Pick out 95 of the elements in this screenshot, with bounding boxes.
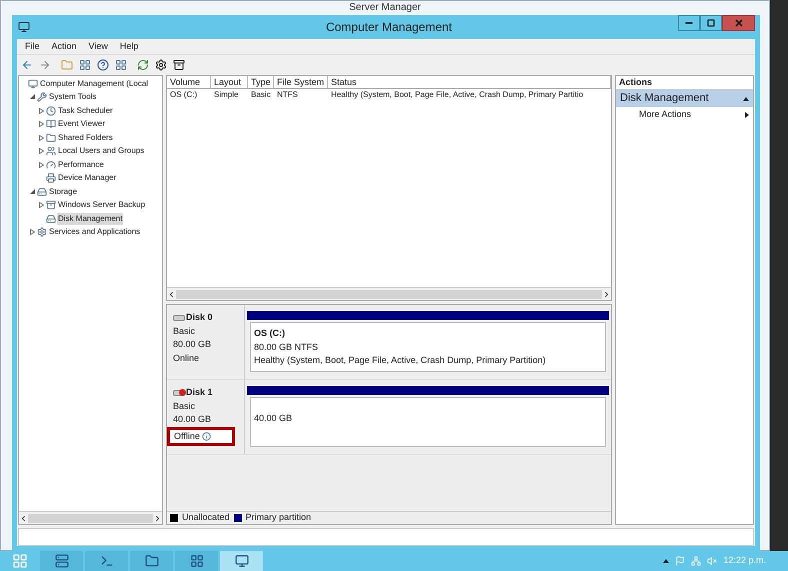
disk-size: 80.00 GB	[173, 338, 212, 351]
info-icon[interactable]	[202, 432, 211, 441]
table-cell-text: Simple	[213, 89, 240, 101]
storage-icon	[37, 186, 47, 197]
expanded-arrow-icon[interactable]	[30, 94, 35, 100]
properties-icon[interactable]	[155, 59, 167, 71]
tree-item[interactable]: Task Scheduler	[57, 104, 114, 117]
users-icon	[46, 146, 56, 156]
partition-size: 40.00 GB	[254, 412, 294, 425]
scroll-left-icon[interactable]	[167, 290, 176, 298]
menu-item[interactable]: Action	[52, 40, 77, 54]
taskbar-button[interactable]	[130, 551, 173, 571]
taskbar-button[interactable]	[175, 551, 218, 571]
collapsed-arrow-icon[interactable]	[30, 229, 35, 236]
column-header[interactable]: File System	[274, 76, 328, 88]
tools-icon	[37, 92, 47, 102]
disk-name: Disk 1	[186, 386, 213, 399]
back-icon[interactable]	[21, 59, 33, 71]
scroll-left-icon[interactable]	[19, 514, 28, 522]
partition-box[interactable]: OS (C:) 80.00 GB NTFS Healthy (System, Boot, Page File, Active, Crash Dump, Primary Partition)	[250, 322, 606, 372]
collapsed-arrow-icon[interactable]	[39, 162, 44, 168]
shell-icon	[100, 554, 114, 568]
tree-item[interactable]: Shared Folders	[57, 132, 114, 144]
folder-icon	[144, 554, 158, 568]
menu-item[interactable]: Help	[120, 40, 138, 54]
gauge-icon	[46, 160, 56, 170]
close-button[interactable]	[722, 15, 755, 31]
tree-item[interactable]: Computer Management (Local	[39, 78, 150, 90]
disk-type: Basic	[173, 324, 196, 338]
table-cell-text: NTFS	[276, 89, 299, 101]
partition-box[interactable]: 40.00 GB	[250, 397, 606, 447]
legend-label: Primary partition	[246, 511, 312, 524]
action-item[interactable]: More Actions	[616, 107, 753, 122]
collapsed-arrow-icon[interactable]	[39, 108, 44, 114]
window-title: Computer Management	[324, 19, 454, 36]
log-icon	[46, 119, 56, 130]
column-header[interactable]: Volume	[167, 76, 211, 88]
disk-status: Online	[173, 352, 200, 364]
tree-item[interactable]: Storage	[48, 186, 78, 198]
folder-icon	[46, 132, 56, 143]
tree-item[interactable]: Local Users and Groups	[57, 145, 146, 158]
table-cell-text: OS (C:)	[169, 89, 198, 101]
computer-icon	[234, 554, 248, 568]
scrollbar[interactable]	[19, 511, 162, 524]
tree-item[interactable]: Services and Applications	[48, 226, 142, 238]
collapsed-arrow-icon[interactable]	[39, 148, 44, 154]
menu-item[interactable]: File	[25, 40, 40, 54]
maximize-button[interactable]	[700, 15, 722, 31]
table-cell-text: Basic	[250, 89, 272, 101]
tree-item[interactable]: System Tools	[48, 91, 98, 104]
services-icon	[37, 227, 47, 238]
taskbar-button[interactable]	[40, 551, 83, 571]
disk-type: Basic	[173, 400, 196, 412]
app-icon	[18, 21, 30, 33]
tree-item[interactable]: Device Manager	[57, 172, 118, 184]
tree-item[interactable]: Disk Management	[57, 212, 124, 225]
disk-size: 40.00 GB	[173, 413, 212, 426]
partition-status: Healthy (System, Boot, Page File, Active, Crash Dump, Primary Partition)	[254, 354, 547, 367]
partition-name: OS (C:)	[254, 327, 286, 340]
help-icon[interactable]	[97, 59, 109, 71]
tree-item[interactable]: Performance	[57, 158, 105, 171]
menu-item[interactable]: View	[88, 40, 108, 54]
submenu-arrow-icon	[745, 112, 749, 118]
start-icon[interactable]	[12, 553, 28, 569]
clock-icon	[46, 106, 56, 116]
maximize-icon	[707, 19, 715, 27]
disk-status: Offline	[174, 430, 200, 442]
column-header[interactable]: Layout	[211, 76, 248, 88]
window-title: Server Manager	[349, 2, 421, 14]
collapse-arrow-icon[interactable]	[743, 96, 749, 100]
scrollbar[interactable]	[167, 287, 611, 300]
column-header[interactable]: Type	[248, 76, 274, 88]
collapsed-arrow-icon[interactable]	[39, 134, 44, 141]
tree-item[interactable]: Windows Server Backup	[57, 199, 146, 212]
refresh-icon[interactable]	[137, 59, 149, 71]
scroll-right-icon[interactable]	[602, 290, 611, 298]
minimize-button[interactable]	[678, 15, 700, 31]
tray-arrow-icon[interactable]	[663, 559, 670, 563]
table-cell-text: Healthy (System, Boot, Page File, Active, Crash Dump, Primary Partitio	[330, 89, 584, 101]
server-icon	[54, 554, 68, 568]
legend-label: Unallocated	[182, 511, 230, 524]
action-section-header[interactable]: Disk Management	[616, 90, 753, 107]
computer-icon	[28, 78, 38, 89]
partition-size: 80.00 GB NTFS	[254, 340, 320, 354]
backup-icon	[46, 200, 56, 210]
disk-name: Disk 0	[186, 311, 213, 324]
collapsed-arrow-icon[interactable]	[39, 121, 44, 128]
tree-item[interactable]: Event Viewer	[57, 118, 106, 130]
close-icon	[734, 18, 744, 28]
taskbar-button[interactable]	[220, 551, 263, 571]
expanded-arrow-icon[interactable]	[30, 188, 35, 195]
scroll-right-icon[interactable]	[153, 514, 162, 522]
column-header[interactable]: Status	[328, 76, 611, 88]
forward-icon[interactable]	[39, 59, 51, 71]
collapsed-arrow-icon[interactable]	[39, 202, 44, 208]
